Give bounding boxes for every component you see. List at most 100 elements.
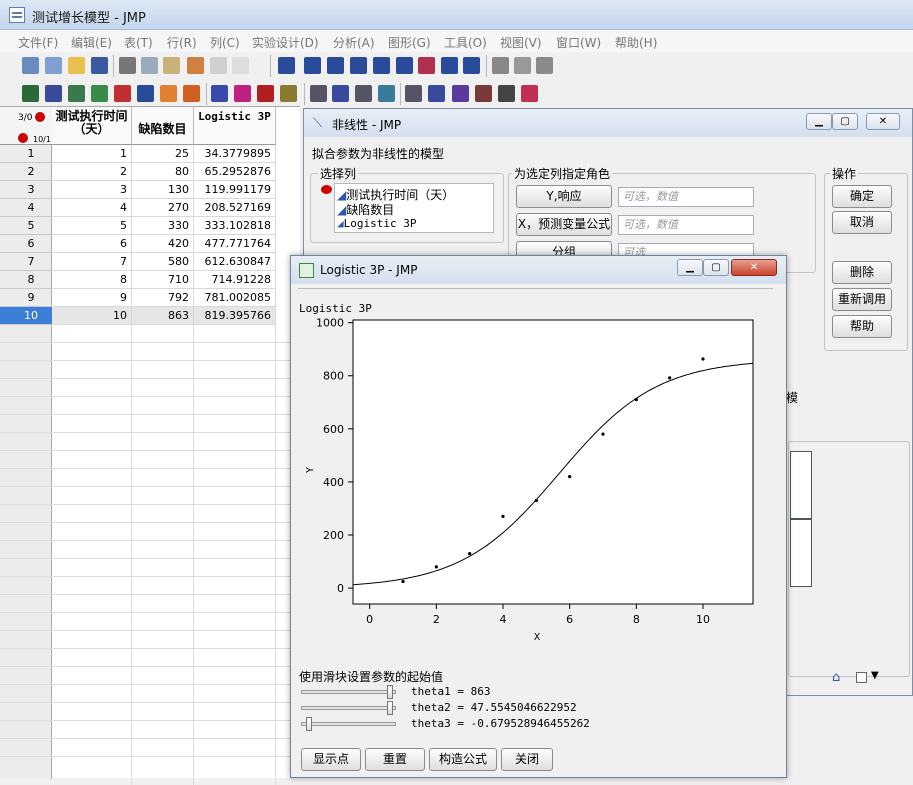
minimize-button[interactable]: ▁ [806, 113, 832, 130]
x-predictor-field[interactable]: 可选，数值 [618, 215, 754, 235]
logistic-icon[interactable] [114, 85, 131, 102]
minimize-button[interactable]: ▁ [677, 259, 703, 276]
menu-tools[interactable]: 工具(O) [444, 34, 487, 51]
column-header-defects[interactable]: 缺陷数目 [132, 107, 194, 145]
ok-button[interactable]: 确定 [832, 185, 892, 208]
menu-file[interactable]: 文件(F) [18, 34, 58, 51]
x-predictor-button[interactable]: X，预测变量公式 [516, 213, 612, 236]
paste-icon[interactable] [163, 57, 180, 74]
overlay-icon[interactable] [332, 85, 349, 102]
table-cell[interactable]: 714.91228 [194, 271, 276, 289]
layout-icon[interactable] [514, 57, 531, 74]
table-cell[interactable]: 2 [52, 163, 132, 181]
scatterplot-matrix-icon[interactable] [310, 85, 327, 102]
journal-icon[interactable] [492, 57, 509, 74]
row-number[interactable]: 6 [0, 235, 52, 253]
row-number[interactable]: 10 [0, 307, 52, 325]
table-cell[interactable]: 8 [52, 271, 132, 289]
cut-icon[interactable] [119, 57, 136, 74]
row-number[interactable]: 1 [0, 145, 52, 163]
menu-window[interactable]: 窗口(W) [556, 34, 601, 51]
table-cell[interactable]: 10 [52, 307, 132, 325]
table-cell[interactable]: 25 [132, 145, 194, 163]
table-cell[interactable]: 580 [132, 253, 194, 271]
table-cell[interactable]: 333.102818 [194, 217, 276, 235]
table-cell[interactable]: 420 [132, 235, 194, 253]
theta1-slider-thumb[interactable] [387, 685, 394, 699]
theta2-slider[interactable] [301, 701, 396, 715]
menu-rows[interactable]: 行(R) [167, 34, 197, 51]
partition-icon[interactable] [183, 85, 200, 102]
table-cell[interactable]: 80 [132, 163, 194, 181]
maximize-button[interactable]: ▢ [832, 113, 858, 130]
theta3-slider[interactable] [301, 717, 396, 731]
quality-icon[interactable] [441, 57, 458, 74]
graph-builder-icon[interactable] [210, 57, 227, 74]
neural-icon[interactable] [160, 85, 177, 102]
survival-icon[interactable] [418, 57, 435, 74]
distribution-icon[interactable] [278, 57, 295, 74]
menu-doe[interactable]: 实验设计(D) [252, 34, 319, 51]
column-list-item[interactable]: ◢缺陷数目 [337, 201, 394, 218]
table-cell[interactable]: 3 [52, 181, 132, 199]
contingency-icon[interactable] [91, 85, 108, 102]
maximize-button[interactable]: ▢ [703, 259, 729, 276]
row-number[interactable]: 4 [0, 199, 52, 217]
table-cell[interactable]: 330 [132, 217, 194, 235]
oneway-icon[interactable] [68, 85, 85, 102]
dropdown-arrow-icon[interactable]: ▼ [871, 670, 879, 681]
help-button[interactable]: 帮助 [832, 315, 892, 338]
column-header-time[interactable]: 测试执行时间（天） [52, 107, 132, 145]
close-dialog-button[interactable]: 关闭 [501, 748, 553, 771]
row-number[interactable]: 8 [0, 271, 52, 289]
table-cell[interactable]: 130 [132, 181, 194, 199]
table-cell[interactable]: 5 [52, 217, 132, 235]
column-list-item[interactable]: ◢Logistic 3P [337, 217, 416, 230]
table-cell[interactable]: 208.527169 [194, 199, 276, 217]
row-number[interactable]: 2 [0, 163, 52, 181]
modeling-icon[interactable] [373, 57, 390, 74]
table-cell[interactable]: 819.395766 [194, 307, 276, 325]
data-filter-icon[interactable] [22, 85, 39, 102]
menu-view[interactable]: 视图(V) [500, 34, 542, 51]
theta1-slider[interactable] [301, 685, 396, 699]
row-number[interactable]: 3 [0, 181, 52, 199]
table-cell[interactable]: 65.2952876 [194, 163, 276, 181]
make-formula-button[interactable]: 构造公式 [429, 748, 497, 771]
checkbox-icon[interactable] [856, 672, 867, 683]
table-cell[interactable]: 863 [132, 307, 194, 325]
table-cell[interactable]: 792 [132, 289, 194, 307]
column-list[interactable]: ◢测试执行时间（天） ◢缺陷数目 ◢Logistic 3P [321, 183, 494, 233]
table-cell[interactable]: 710 [132, 271, 194, 289]
profiler-icon[interactable] [428, 85, 445, 102]
open-folder-icon[interactable] [68, 57, 85, 74]
menu-graph[interactable]: 图形(G) [388, 34, 431, 51]
menu-table[interactable]: 表(T) [124, 34, 153, 51]
table-cell[interactable]: 270 [132, 199, 194, 217]
close-button[interactable]: ✕ [866, 113, 900, 130]
table-cell[interactable]: 7 [52, 253, 132, 271]
y-response-button[interactable]: Y,响应 [516, 185, 612, 208]
table-cell[interactable]: 4 [52, 199, 132, 217]
table-cell[interactable]: 34.3779895 [194, 145, 276, 163]
recall-button[interactable]: 重新调用 [832, 288, 892, 311]
variability-icon[interactable] [234, 85, 251, 102]
chart-icon[interactable] [405, 85, 422, 102]
row-number[interactable]: 9 [0, 289, 52, 307]
table-cell[interactable]: 1 [52, 145, 132, 163]
contour-icon[interactable] [355, 85, 372, 102]
nonlinear-icon[interactable] [137, 85, 154, 102]
red-triangle-icon[interactable] [35, 112, 45, 122]
close-button[interactable]: ✕ [731, 259, 777, 276]
copy-icon[interactable] [141, 57, 158, 74]
bivariate-icon[interactable] [45, 85, 62, 102]
new-table-icon[interactable] [22, 57, 39, 74]
new-script-icon[interactable] [45, 57, 62, 74]
save-icon[interactable] [91, 57, 108, 74]
pareto-icon[interactable] [257, 85, 274, 102]
fit-model-icon[interactable] [350, 57, 367, 74]
rows-red-triangle-icon[interactable] [18, 133, 28, 143]
line-chart-icon[interactable] [378, 85, 395, 102]
menu-cols[interactable]: 列(C) [210, 34, 240, 51]
tree-map-icon[interactable] [521, 85, 538, 102]
